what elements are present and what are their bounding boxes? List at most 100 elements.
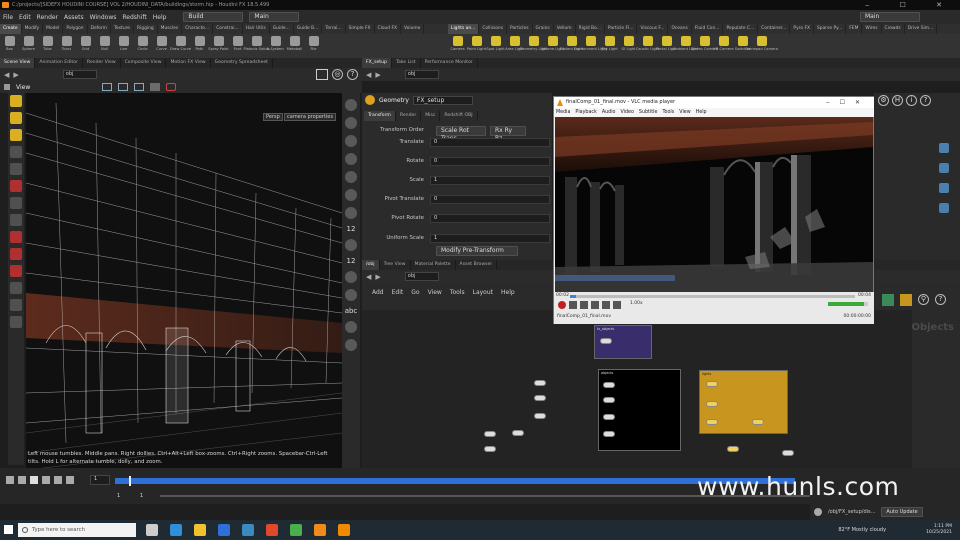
shelf-tab[interactable]: Create (0, 24, 22, 34)
vlc-titlebar[interactable]: finalComp_01_final.mov - VLC media playe… (554, 97, 874, 108)
net-menu-add[interactable]: Add (372, 289, 384, 296)
camera-tool-icon[interactable] (10, 299, 22, 311)
menu-redshift[interactable]: Redshift (119, 14, 149, 21)
forward-icon[interactable]: ▶ (13, 71, 18, 79)
window-controls[interactable]: ‒ ☐ ✕ (865, 0, 956, 10)
shelf-tool[interactable]: Ambient Light (673, 34, 698, 58)
pin-icon[interactable]: ◎ (332, 69, 343, 80)
vlc-menu-view[interactable]: View (679, 108, 690, 117)
next-key-icon[interactable] (54, 476, 62, 484)
lights-netbox[interactable]: lights (699, 370, 788, 434)
net-menu-view[interactable]: View (428, 289, 442, 296)
subtab-render[interactable]: Render (396, 111, 422, 121)
ghost-icon[interactable] (345, 135, 357, 147)
network-box-icon[interactable] (900, 294, 912, 306)
tab-scene-view[interactable]: Scene View (0, 58, 36, 68)
vlc-stop-icon[interactable] (591, 301, 599, 309)
net-menu-layout[interactable]: Layout (473, 289, 493, 296)
shelf-tab[interactable]: Modify (22, 24, 44, 34)
transform-order-dropdown[interactable]: Scale Rot Trans (436, 126, 486, 142)
gear-icon[interactable]: ⚙ (878, 95, 889, 106)
viewer-path-field[interactable]: obj (62, 70, 97, 79)
rotate-icon[interactable] (10, 129, 22, 141)
shelf-tab[interactable]: Constrai... (213, 24, 243, 34)
shelf-tab[interactable]: Simple FX (346, 24, 375, 34)
primitive-icon[interactable] (345, 207, 357, 219)
office-icon[interactable] (266, 524, 278, 536)
vlc-menu-video[interactable]: Video (620, 108, 633, 117)
menu-render[interactable]: Render (34, 14, 61, 21)
vlc-menu-tools[interactable]: Tools (662, 108, 674, 117)
shelf-tool[interactable]: VR Camera (713, 34, 734, 58)
menu-assets[interactable]: Assets (61, 14, 87, 21)
tab-render-view[interactable]: Render View (83, 58, 121, 68)
vlc-menu-audio[interactable]: Audio (602, 108, 616, 117)
shelf-tool[interactable]: Distant Light (560, 34, 583, 58)
shelf-tab[interactable]: Drive Sim... (905, 24, 938, 34)
vlc-taskbar-icon[interactable] (338, 524, 350, 536)
shelf-tool[interactable]: Metaball (285, 34, 304, 58)
network-help-icon[interactable]: ? (935, 294, 946, 305)
shelf-tab[interactable]: Deform (88, 24, 111, 34)
network-editor[interactable]: fx_objects objects lights (362, 310, 912, 468)
net-back-icon[interactable]: ◀ (366, 273, 371, 281)
shelf-tool[interactable]: Curve (152, 34, 171, 58)
vlc-menu-playback[interactable]: Playback (575, 108, 596, 117)
shelf-tool[interactable]: Line (114, 34, 133, 58)
tab-performance-monitor[interactable]: Performance Monitor (421, 58, 478, 68)
net-menu-tools[interactable]: Tools (450, 289, 465, 296)
shelf-tool[interactable]: Portal Light (656, 34, 677, 58)
vlc-speed-label[interactable]: 1.00x (630, 301, 643, 309)
tab-tree-view[interactable]: Tree View (380, 260, 411, 270)
tab-asset-browser[interactable]: Asset Browser (456, 260, 498, 270)
rotation-order-dropdown[interactable]: Rx Ry Rz (490, 126, 526, 142)
location-icon[interactable] (345, 321, 357, 333)
shelf-tab[interactable]: Viscous F... (637, 24, 669, 34)
vlc-prev-icon[interactable] (580, 301, 588, 309)
shelf-tab[interactable]: Rigging (134, 24, 158, 34)
vlc-window-controls[interactable]: ‒☐✕ (826, 97, 870, 108)
shelf-tab[interactable]: Collisions (479, 24, 507, 34)
snap-point-icon[interactable] (10, 248, 22, 260)
normals-icon[interactable] (345, 189, 357, 201)
right-help-icon[interactable]: ? (920, 95, 931, 106)
task-view-icon[interactable] (146, 524, 158, 536)
param-back-icon[interactable]: ◀ (366, 71, 371, 79)
vlc-seek-bar[interactable] (570, 295, 855, 298)
start-frame-field[interactable]: 1 (117, 493, 120, 499)
timeline-track[interactable] (115, 476, 795, 486)
shelf-tab[interactable]: FEM (846, 24, 863, 34)
camera-view-icon[interactable] (345, 339, 357, 351)
shelf-tool[interactable]: Null (95, 34, 114, 58)
subtab-redshift[interactable]: Redshift OBJ (440, 111, 478, 121)
shelf-tab[interactable]: Muscles (158, 24, 183, 34)
shelf-tab[interactable]: Oceans (668, 24, 692, 34)
shelf-tab[interactable]: Guide... (270, 24, 294, 34)
shelf-tab[interactable]: Particles (507, 24, 533, 34)
tab-material-palette[interactable]: Material Palette (411, 260, 456, 270)
help-icon[interactable]: ? (347, 69, 358, 80)
shelf-tool[interactable]: Circle (133, 34, 152, 58)
move-icon[interactable] (10, 112, 22, 124)
shelf-tab[interactable]: Texture (111, 24, 135, 34)
scale-handle-icon[interactable] (134, 83, 145, 91)
scale-field[interactable]: 1 (430, 176, 550, 185)
shelf-tool[interactable]: Torus (57, 34, 76, 58)
shelf-tool[interactable]: Point Light (467, 34, 486, 58)
houdini-h-icon[interactable]: H (892, 95, 903, 106)
link-param-icon[interactable] (939, 163, 949, 173)
current-frame-field[interactable]: 1 (90, 475, 110, 485)
menu-file[interactable]: File (0, 14, 16, 21)
windows-start-icon[interactable] (4, 525, 13, 534)
light-bulb-icon[interactable] (345, 99, 357, 111)
right-context-dropdown[interactable]: Main (860, 12, 920, 22)
vertex-icon[interactable] (345, 271, 357, 283)
tab-animation-editor[interactable]: Animation Editor (35, 58, 83, 68)
tape-icon[interactable] (10, 316, 22, 328)
transform-handle-icon[interactable] (102, 83, 113, 91)
weather-label[interactable]: 82°F Mostly cloudy (838, 527, 886, 533)
shelf-tool[interactable]: Sphere (19, 34, 38, 58)
tab-obj[interactable]: /obj (362, 260, 380, 270)
side-number-a[interactable]: 12 (342, 225, 360, 233)
shelf-tool[interactable]: Volume Light (541, 34, 564, 58)
